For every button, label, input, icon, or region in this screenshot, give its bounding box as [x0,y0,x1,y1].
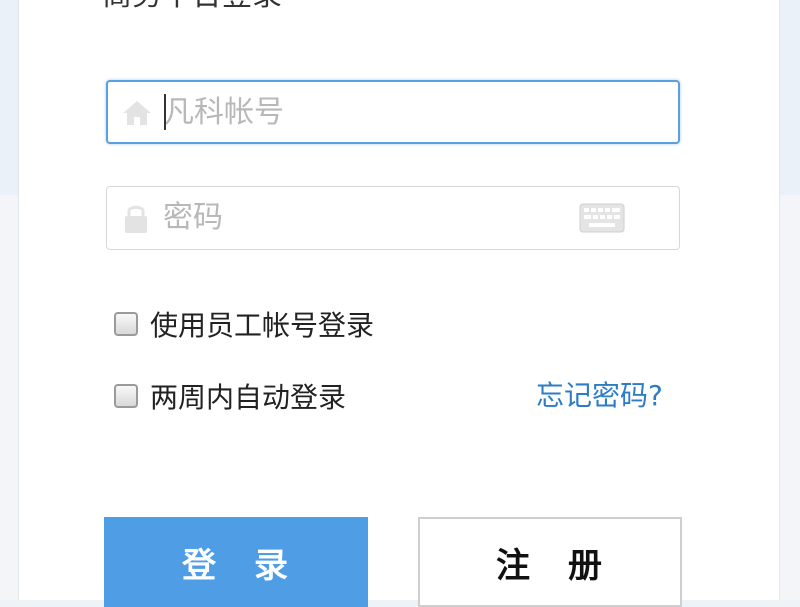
keyboard-icon[interactable] [579,203,625,233]
password-input[interactable] [163,195,603,239]
auto-login-checkbox[interactable] [114,384,138,408]
login-button[interactable]: 登 录 [104,517,368,607]
register-button[interactable]: 注 册 [418,517,682,607]
username-input[interactable] [164,90,604,134]
employee-login-checkbox[interactable] [114,312,138,336]
forgot-password-link[interactable]: 忘记密码? [536,378,663,414]
page-title: 商务平台登录 [102,0,282,14]
auto-login-option[interactable]: 两周内自动登录 [114,378,346,414]
username-field[interactable] [106,80,680,144]
password-field[interactable] [106,186,680,250]
employee-login-label: 使用员工帐号登录 [150,309,375,342]
text-cursor [164,94,166,130]
employee-login-option[interactable]: 使用员工帐号登录 [114,306,374,342]
auto-login-label: 两周内自动登录 [150,381,347,414]
lock-icon [119,201,153,235]
home-icon [120,96,154,130]
